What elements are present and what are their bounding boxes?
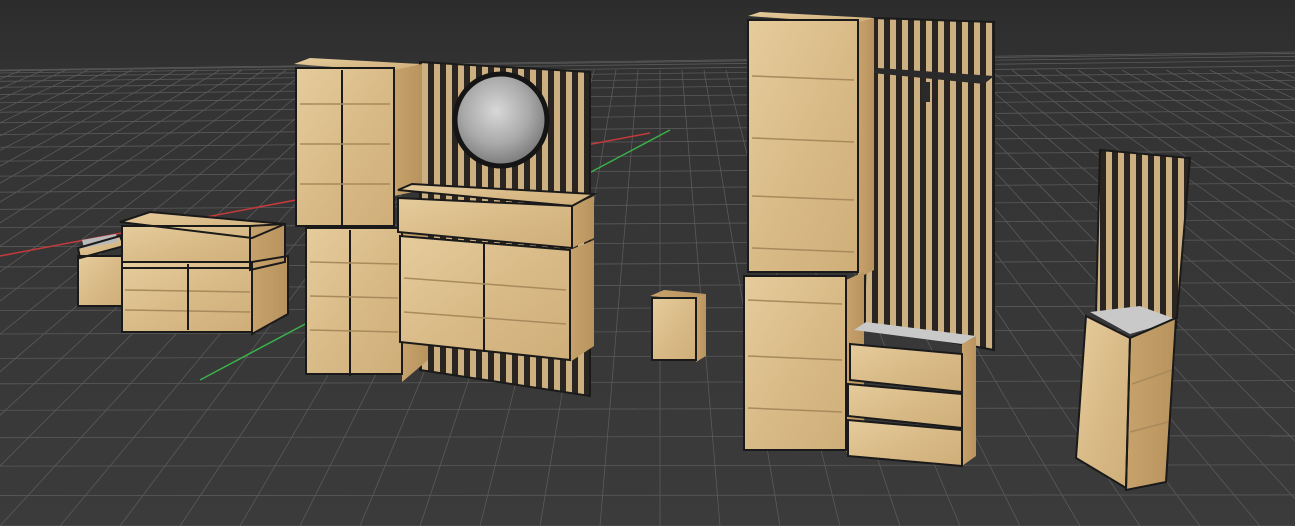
grid-line (0, 69, 23, 80)
grid-line (0, 79, 1295, 95)
3d-viewport[interactable] (0, 0, 1295, 526)
tall-bookcase-with-hall-bench-and-coat-rail[interactable] (743, 12, 995, 468)
grid-line (0, 98, 1295, 113)
grid-line (0, 69, 89, 112)
low-sideboard[interactable] (119, 210, 289, 336)
corner-shelf-with-slat-panel[interactable] (1074, 148, 1192, 492)
grid-line (1165, 69, 1295, 138)
grid-line (0, 51, 1295, 71)
grid-line (1275, 69, 1295, 79)
round-mirror[interactable] (452, 71, 550, 169)
small-drawer-unit[interactable] (76, 234, 126, 307)
grid-line (0, 69, 45, 90)
grid-line (0, 69, 67, 100)
small-loose-panel[interactable] (650, 290, 706, 362)
tall-wardrobe-with-slat-wall-and-round-mirror[interactable] (294, 58, 598, 398)
grid-line (1209, 69, 1295, 112)
grid-line (0, 88, 1295, 104)
grid-line (0, 494, 1295, 496)
scene-canvas[interactable] (0, 0, 1295, 526)
